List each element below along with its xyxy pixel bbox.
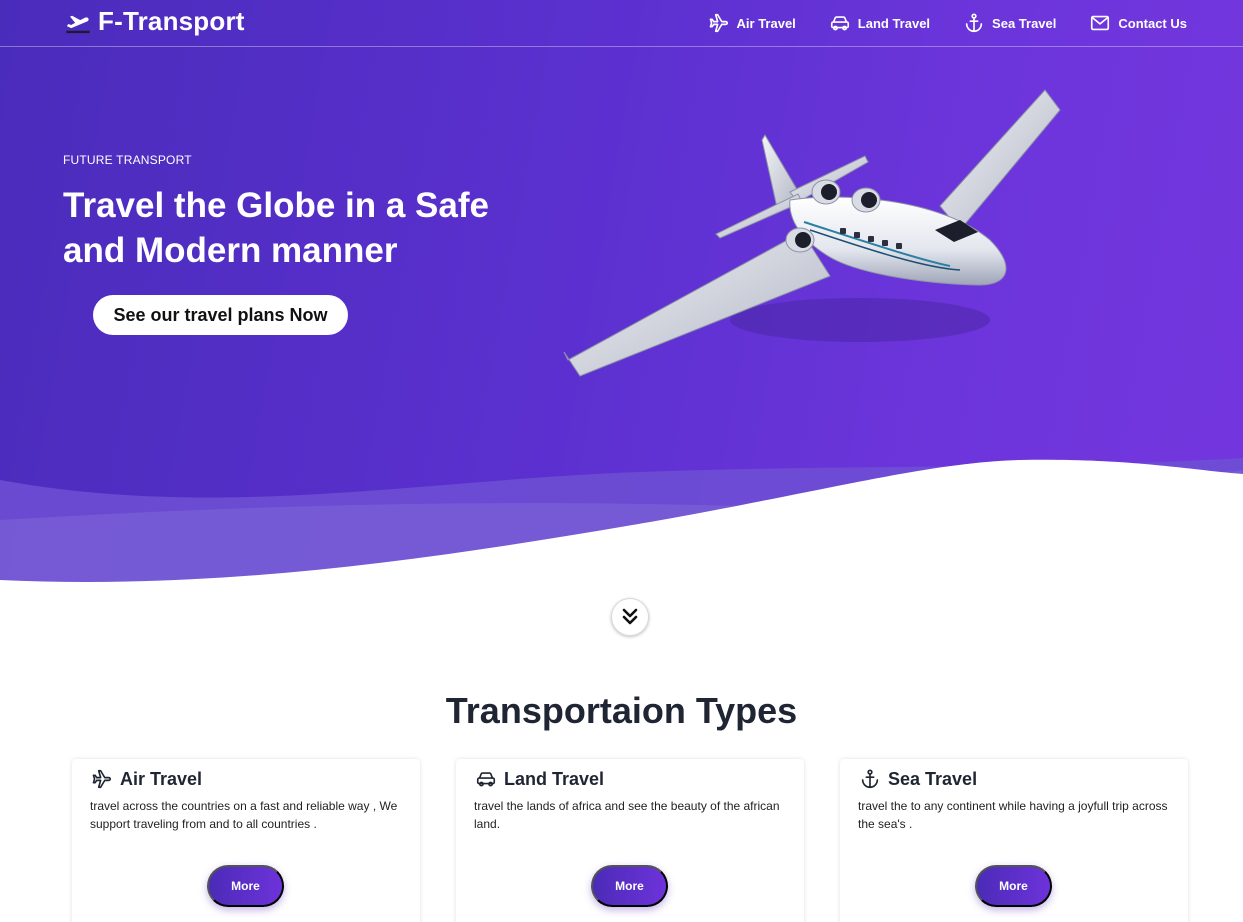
hero-eyebrow: FUTURE TRANSPORT (63, 153, 192, 167)
card-sea-travel-title: Sea Travel (888, 768, 978, 789)
nav-sea-travel[interactable]: Sea Travel (963, 12, 1056, 34)
car-icon (476, 772, 496, 787)
land-travel-more-button[interactable]: More (591, 865, 668, 907)
card-air-travel-text: travel across the countries on a fast an… (90, 799, 398, 831)
anchor-icon (965, 13, 983, 33)
car-icon (830, 16, 849, 31)
sea-travel-more-button[interactable]: More (975, 865, 1052, 907)
envelope-icon (1091, 15, 1110, 31)
nav-land-travel-label: Land Travel (857, 15, 931, 31)
card-air-travel-title: Air Travel (120, 768, 203, 789)
card-land-travel-title: Land Travel (504, 768, 605, 789)
plane-icon (92, 769, 112, 789)
private-jet-image (563, 89, 1061, 377)
card-air-travel-header: Air Travel (90, 768, 202, 790)
card-sea-travel: Sea Travel travel the to any continent w… (840, 759, 1188, 922)
air-travel-more-button[interactable]: More (207, 865, 284, 907)
nav-land-travel[interactable]: Land Travel (829, 12, 930, 34)
card-land-travel-text: travel the lands of africa and see the b… (474, 799, 780, 831)
nav-contact-us[interactable]: Contact Us (1089, 12, 1187, 34)
see-travel-plans-button[interactable]: See our travel plans Now (93, 295, 348, 335)
brand-name: F-Transport (98, 6, 245, 36)
card-air-travel: Air Travel travel across the countries o… (72, 759, 420, 922)
nav-air-travel[interactable]: Air Travel (708, 12, 796, 34)
nav-contact-us-label: Contact Us (1118, 15, 1187, 31)
section-title: Transportaion Types (445, 690, 798, 731)
nav-links: Air Travel Land Travel Sea Travel Contac… (675, 0, 1187, 46)
nav-sea-travel-label: Sea Travel (992, 15, 1057, 31)
card-sea-travel-text: travel the to any continent while having… (858, 799, 1168, 831)
card-land-travel: Land Travel travel the lands of africa a… (456, 759, 804, 922)
hero-section: F-Transport Air Travel Land Travel Sea T… (0, 0, 1243, 590)
nav-air-travel-label: Air Travel (736, 15, 796, 31)
top-navbar: F-Transport Air Travel Land Travel Sea T… (0, 0, 1243, 47)
card-sea-travel-header: Sea Travel (858, 768, 977, 790)
scroll-down-button[interactable] (611, 598, 649, 636)
plane-departure-icon (66, 15, 90, 33)
hero-headline: Travel the Globe in a Safe and Modern ma… (63, 186, 489, 270)
anchor-icon (861, 769, 879, 789)
brand-logo[interactable]: F-Transport (64, 6, 245, 37)
card-land-travel-header: Land Travel (474, 768, 604, 790)
plane-icon (709, 13, 728, 33)
double-chevron-down-icon (622, 608, 638, 625)
